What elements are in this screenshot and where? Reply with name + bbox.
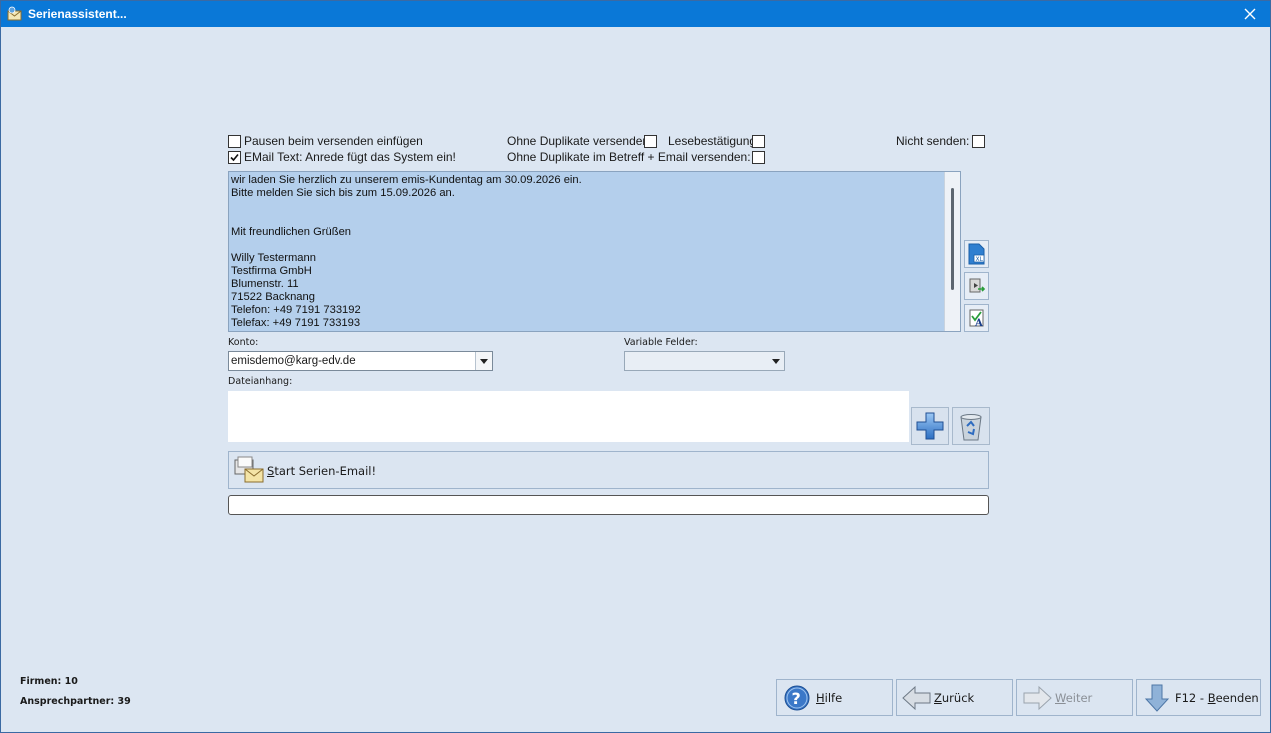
email-send-icon	[234, 456, 264, 483]
ohne-duplikate-betreff-checkbox[interactable]	[752, 151, 765, 164]
nicht-senden-checkbox[interactable]	[972, 135, 985, 148]
beenden-button[interactable]: F12 - Beenden	[1136, 679, 1261, 716]
weiter-label: Weiter	[1055, 691, 1093, 705]
hilfe-button[interactable]: ? Hilfe	[776, 679, 893, 716]
message-body-text[interactable]: wir laden Sie herzlich zu unserem emis-K…	[231, 174, 582, 330]
beenden-label: F12 - Beenden	[1175, 691, 1259, 705]
svg-text:XL: XL	[975, 256, 983, 263]
chevron-down-icon[interactable]	[767, 352, 784, 370]
ansprechpartner-count: Ansprechpartner: 39	[20, 696, 131, 707]
start-serien-email-button[interactable]: Start Serien-Email!	[228, 451, 989, 489]
title-bar: Serienassistent...	[1, 1, 1270, 27]
zurueck-label: Zurück	[934, 691, 975, 705]
excel-import-button[interactable]: XL	[964, 240, 989, 268]
help-icon: ?	[784, 685, 810, 711]
message-body-editor[interactable]: wir laden Sie herzlich zu unserem emis-K…	[228, 171, 961, 332]
message-scrollbar[interactable]	[944, 172, 960, 331]
weiter-button[interactable]: Weiter	[1016, 679, 1133, 716]
excel-icon: XL	[968, 243, 984, 265]
spellcheck-button[interactable]: A	[964, 304, 989, 332]
svg-text:A: A	[974, 318, 983, 328]
hilfe-label: Hilfe	[816, 691, 843, 705]
scrollbar-thumb[interactable]	[951, 188, 954, 290]
checkmark-icon	[230, 153, 239, 162]
konto-select[interactable]: emisdemo@karg-edv.de	[228, 351, 493, 371]
konto-value: emisdemo@karg-edv.de	[231, 355, 356, 367]
pausen-label: Pausen beim versenden einfügen	[244, 134, 423, 148]
delete-attachment-button[interactable]	[952, 407, 990, 445]
email-text-label: EMail Text: Anrede fügt das System ein!	[244, 150, 456, 164]
firmen-count: Firmen: 10	[20, 676, 78, 687]
app-icon	[7, 6, 23, 22]
dateianhang-label: Dateianhang:	[228, 376, 293, 387]
forward-arrow-icon	[1023, 685, 1052, 711]
send-progress-bar	[228, 495, 989, 515]
close-icon	[1244, 8, 1256, 20]
back-arrow-icon	[902, 685, 931, 711]
recycle-bin-icon	[960, 414, 982, 441]
svg-text:?: ?	[792, 689, 801, 708]
konto-label: Konto:	[228, 337, 259, 348]
nicht-senden-label: Nicht senden:	[896, 134, 970, 148]
lesebestaetigung-label: Lesebestätigung:	[668, 134, 760, 148]
zurueck-button[interactable]: Zurück	[896, 679, 1013, 716]
close-button[interactable]	[1230, 1, 1270, 27]
variable-felder-select[interactable]	[624, 351, 785, 371]
lesebestaetigung-checkbox[interactable]	[752, 135, 765, 148]
insert-field-icon	[969, 278, 985, 293]
serienassistent-window: Serienassistent... Pausen beim versenden…	[0, 0, 1271, 733]
ohne-duplikate-checkbox[interactable]	[644, 135, 657, 148]
variable-felder-label: Variable Felder:	[624, 337, 698, 348]
add-attachment-icon	[916, 412, 944, 440]
ohne-duplikate-label: Ohne Duplikate versenden:	[507, 134, 653, 148]
spellcheck-icon: A	[969, 309, 983, 328]
add-attachment-button[interactable]	[911, 407, 949, 445]
window-title: Serienassistent...	[28, 7, 127, 21]
exit-arrow-icon	[1144, 684, 1170, 712]
pausen-checkbox[interactable]	[228, 135, 241, 148]
chevron-down-icon[interactable]	[475, 352, 492, 370]
start-button-label: Start Serien-Email!	[267, 464, 377, 478]
attachment-list[interactable]	[228, 391, 909, 442]
email-text-checkbox[interactable]	[228, 151, 241, 164]
insert-field-button[interactable]	[964, 272, 989, 300]
ohne-duplikate-betreff-label: Ohne Duplikate im Betreff + Email versen…	[507, 150, 751, 164]
